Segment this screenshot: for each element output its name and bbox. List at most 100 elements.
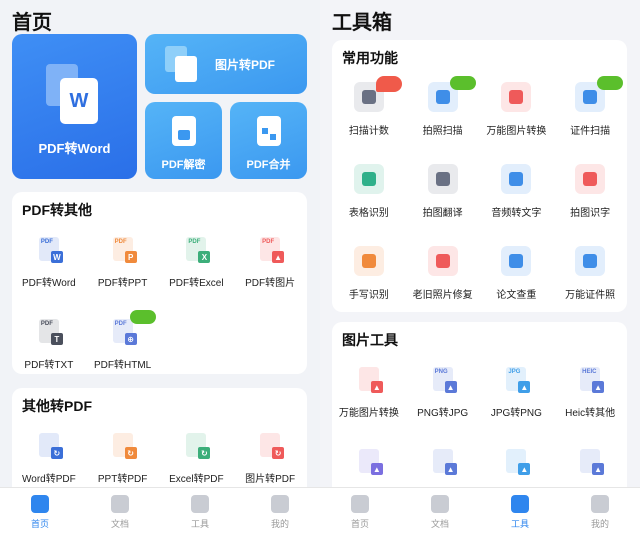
pdf-convert-icon: PDF W: [34, 234, 64, 264]
new-badge-icon: [449, 76, 476, 90]
common-functions-card: 常用功能 扫描计数 拍照扫描 万能图片转换 证件扫描表格识别 拍图翻译 音频转文字 拍图识字…: [332, 40, 627, 312]
audio-text-icon: [501, 164, 532, 194]
image-format-icon: HEIC ▲: [575, 364, 605, 394]
tab-tools[interactable]: 工具: [160, 488, 240, 535]
image-pdf-icon: [165, 46, 199, 82]
documents-icon: [111, 495, 129, 513]
tool-item[interactable]: 音频转文字: [480, 158, 554, 240]
photo-repair-icon: [427, 246, 458, 276]
tool-item[interactable]: 论文查重: [480, 240, 554, 322]
image-to-pdf-tile[interactable]: 图片转PDF: [145, 34, 307, 94]
tool-item[interactable]: JPG ▲ JPG转PNG: [480, 358, 554, 440]
tool-item[interactable]: 万能图片转换: [480, 76, 554, 158]
pdf-to-word-tile[interactable]: W PDF转Word: [12, 34, 137, 179]
page-title: 工具箱: [332, 12, 392, 34]
image-tool-icon: ▲: [501, 446, 531, 476]
section-title: 常用功能: [342, 50, 398, 66]
home-screen: 首页 W PDF转Word 图片转PDF PDF解密 PDF合并 PDF转其他 …: [0, 0, 320, 535]
id-photo-icon: [575, 246, 606, 276]
tool-item[interactable]: 拍照扫描: [406, 76, 480, 158]
tab-profile[interactable]: 我的: [560, 488, 640, 535]
tool-item[interactable]: PDF ⊕ PDF转HTML: [86, 310, 160, 392]
image-convert-icon: [501, 82, 532, 112]
toolbox-screen: 工具箱 常用功能 扫描计数 拍照扫描 万能图片转换 证件扫描 表格识别 拍图翻译 音频转文字…: [320, 0, 640, 535]
tool-label: PDF转TXT: [24, 360, 74, 371]
pdf-convert-icon: PDF T: [34, 316, 64, 346]
tab-label: 首页: [350, 519, 369, 529]
tool-item[interactable]: PDF ▲ PDF转图片: [233, 228, 307, 310]
tool-label: 拍图识字: [570, 208, 611, 219]
tab-home[interactable]: 首页: [320, 488, 400, 535]
tool-item[interactable]: ▲ 万能图片转换: [332, 358, 406, 440]
tool-label: 拍照扫描: [422, 126, 463, 137]
tool-item[interactable]: 证件扫描: [553, 76, 627, 158]
tool-item[interactable]: 扫描计数: [332, 76, 406, 158]
merge-document-icon: [257, 116, 281, 146]
tool-label: 表格识别: [348, 208, 389, 219]
to-pdf-icon: ↻: [108, 430, 138, 460]
tool-item[interactable]: PDF X PDF转Excel: [160, 228, 234, 310]
tool-label: 论文查重: [496, 290, 537, 301]
table-icon: [353, 164, 384, 194]
photo-ocr-icon: [575, 164, 606, 194]
tool-item[interactable]: 拍图翻译: [406, 158, 480, 240]
new-badge-icon: [597, 76, 624, 90]
to-pdf-icon: ↻: [181, 430, 211, 460]
new-badge-icon: [129, 310, 156, 324]
tab-documents[interactable]: 文档: [400, 488, 480, 535]
pdf-convert-icon: PDF P: [108, 234, 138, 264]
tool-label: PDF转Excel: [169, 278, 224, 289]
tab-profile[interactable]: 我的: [240, 488, 320, 535]
pdf-merge-tile[interactable]: PDF合并: [230, 102, 307, 179]
tool-label: Word转PDF: [22, 474, 76, 485]
paper-check-icon: [501, 246, 532, 276]
tool-item[interactable]: PDF W PDF转Word: [12, 228, 86, 310]
tool-label: 证件扫描: [570, 126, 611, 137]
tool-item[interactable]: 表格识别: [332, 158, 406, 240]
lock-document-icon: [172, 116, 196, 146]
bottom-tab-bar: 首页 文档 工具 我的: [320, 487, 640, 535]
tool-item[interactable]: 老旧照片修复: [406, 240, 480, 322]
image-tool-icon: ▲: [428, 446, 458, 476]
tool-item[interactable]: HEIC ▲ Heic转其他: [553, 358, 627, 440]
to-pdf-icon: ↻: [34, 430, 64, 460]
section-title: 其他转PDF: [22, 398, 92, 414]
tool-label: PDF转HTML: [94, 360, 152, 371]
tools-icon: [511, 495, 529, 513]
tab-label: 我的: [590, 519, 609, 529]
image-tools-card: 图片工具 ▲ 万能图片转换 PNG ▲ PNG转JPG JPG ▲ JPG转PNG HEIC ▲ H…: [332, 322, 627, 512]
tool-item[interactable]: 手写识别: [332, 240, 406, 322]
tab-label: 我的: [270, 519, 289, 529]
tool-label: 拍图翻译: [422, 208, 463, 219]
page-title: 首页: [12, 12, 52, 34]
tool-label: 手写识别: [348, 290, 389, 301]
pdf-merge-label: PDF合并: [246, 159, 291, 171]
tab-documents[interactable]: 文档: [80, 488, 160, 535]
profile-icon: [591, 495, 609, 513]
tool-label: 万能证件照: [565, 290, 616, 301]
tab-label: 文档: [110, 519, 129, 529]
tab-label: 首页: [30, 519, 49, 529]
home-icon: [351, 495, 369, 513]
hot-badge-icon: [376, 76, 402, 92]
tools-icon: [191, 495, 209, 513]
tab-tools[interactable]: 工具: [480, 488, 560, 535]
tab-home[interactable]: 首页: [0, 488, 80, 535]
documents-icon: [431, 495, 449, 513]
pdf-convert-icon: PDF X: [181, 234, 211, 264]
tool-item[interactable]: PNG ▲ PNG转JPG: [406, 358, 480, 440]
tool-label: PDF转Word: [22, 278, 76, 289]
tool-label: Excel转PDF: [169, 474, 224, 485]
tool-item[interactable]: 万能证件照: [553, 240, 627, 322]
tool-item[interactable]: 拍图识字: [553, 158, 627, 240]
handwriting-icon: [353, 246, 384, 276]
tab-label: 工具: [190, 519, 209, 529]
tool-item[interactable]: PDF P PDF转PPT: [86, 228, 160, 310]
tool-label: Heic转其他: [565, 408, 616, 419]
tool-label: 万能图片转换: [338, 408, 399, 419]
pdf-decrypt-tile[interactable]: PDF解密: [145, 102, 222, 179]
tool-item[interactable]: PDF T PDF转TXT: [12, 310, 86, 392]
image-format-icon: JPG ▲: [501, 364, 531, 394]
tool-label: PDF转PPT: [97, 278, 148, 289]
image-to-pdf-label: 图片转PDF: [215, 58, 276, 72]
